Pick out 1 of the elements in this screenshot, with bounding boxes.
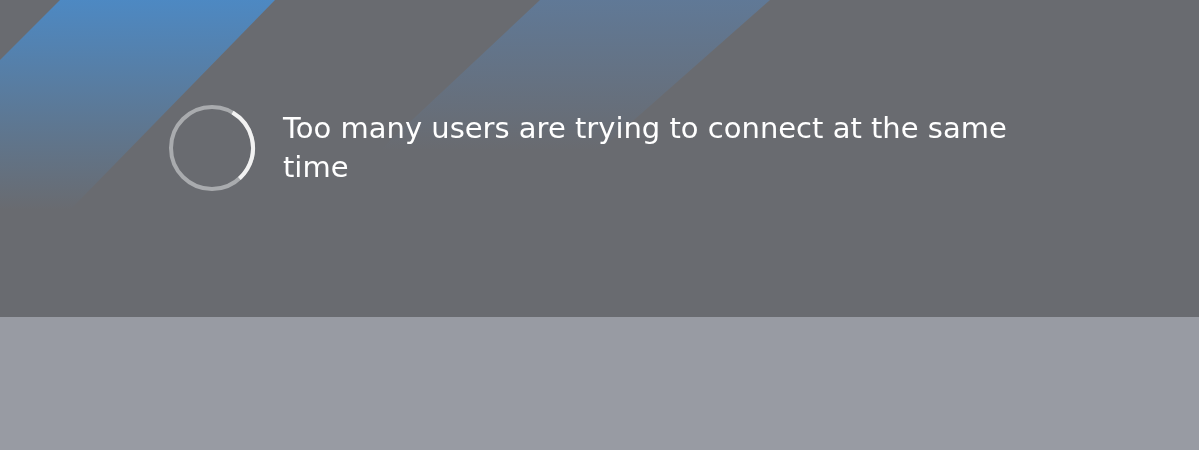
status-message: Too many users are trying to connect at the same time <box>283 110 1008 186</box>
